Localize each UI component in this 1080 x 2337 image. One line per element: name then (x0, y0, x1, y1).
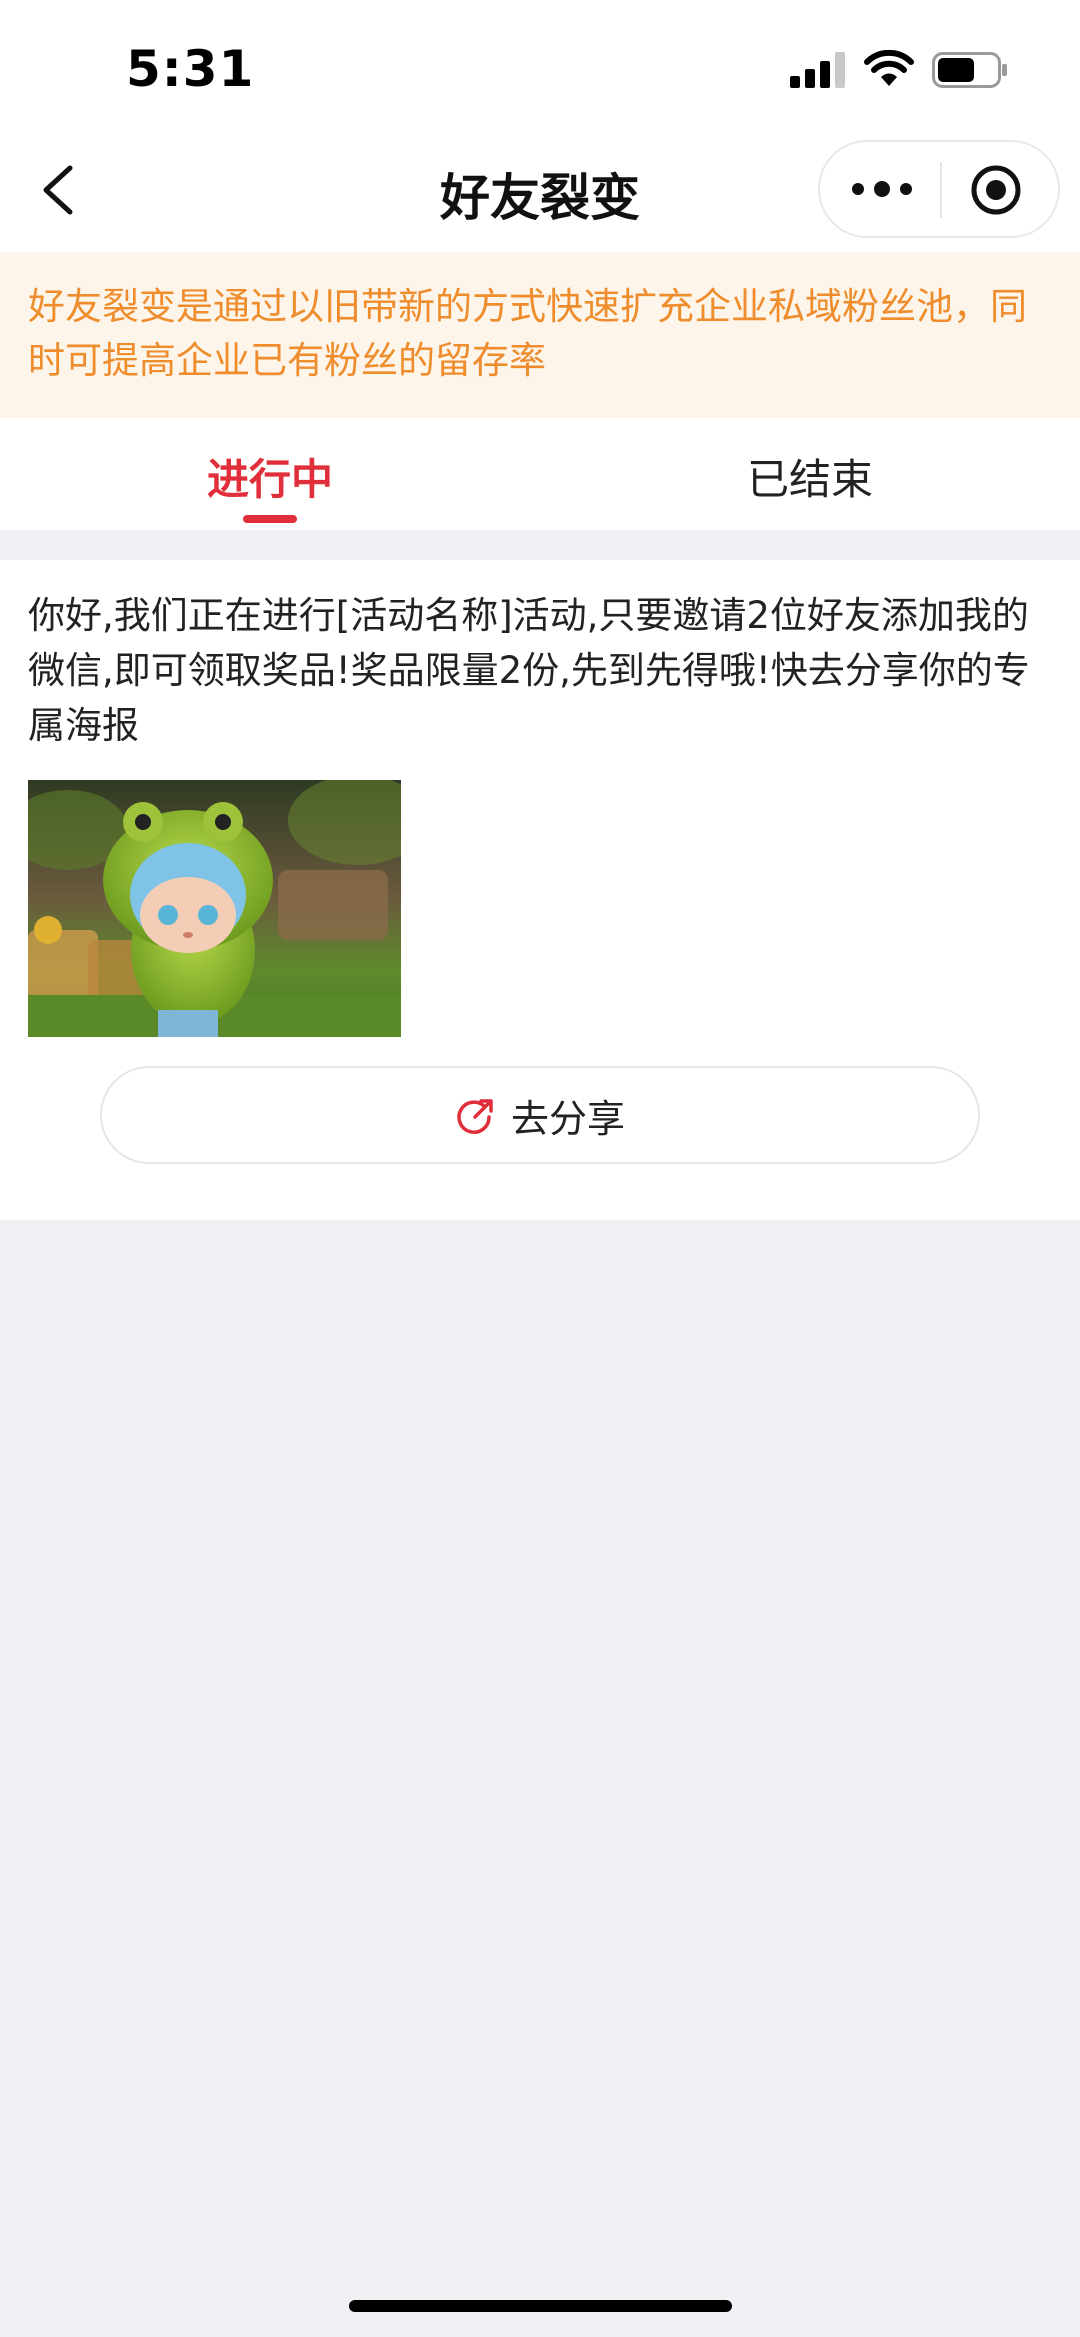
navigation-bar: 好友裂变 (0, 130, 1080, 252)
capsule-divider (940, 162, 942, 218)
close-target-icon[interactable] (966, 160, 1026, 220)
status-bar: 5:31 (0, 0, 1080, 130)
activity-card: 你好,我们正在进行[活动名称]活动,只要邀请2位好友添加我的微信,即可领取奖品!… (0, 560, 1080, 1220)
mini-program-capsule (818, 140, 1060, 238)
wifi-icon (864, 50, 914, 86)
share-arrow-icon (457, 1099, 493, 1134)
cellular-signal-icon (790, 52, 845, 88)
tab-ended[interactable]: 已结束 (540, 446, 1080, 507)
share-button[interactable]: 去分享 (100, 1066, 980, 1164)
activity-description: 你好,我们正在进行[活动名称]活动,只要邀请2位好友添加我的微信,即可领取奖品!… (28, 594, 1030, 747)
poster-image[interactable] (28, 780, 401, 1037)
tab-bar: 进行中 已结束 (0, 418, 1080, 530)
active-tab-indicator (243, 515, 297, 523)
share-button-label: 去分享 (510, 1096, 625, 1141)
more-dots-icon[interactable] (842, 162, 922, 216)
share-button-content: 去分享 (102, 1068, 978, 1162)
home-indicator[interactable] (349, 2300, 732, 2312)
tab-ongoing[interactable]: 进行中 (0, 446, 540, 507)
notice-banner: 好友裂变是通过以旧带新的方式快速扩充企业私域粉丝池，同时可提高企业已有粉丝的留存… (0, 252, 1080, 418)
status-time: 5:31 (126, 40, 255, 98)
battery-icon (932, 52, 1007, 88)
